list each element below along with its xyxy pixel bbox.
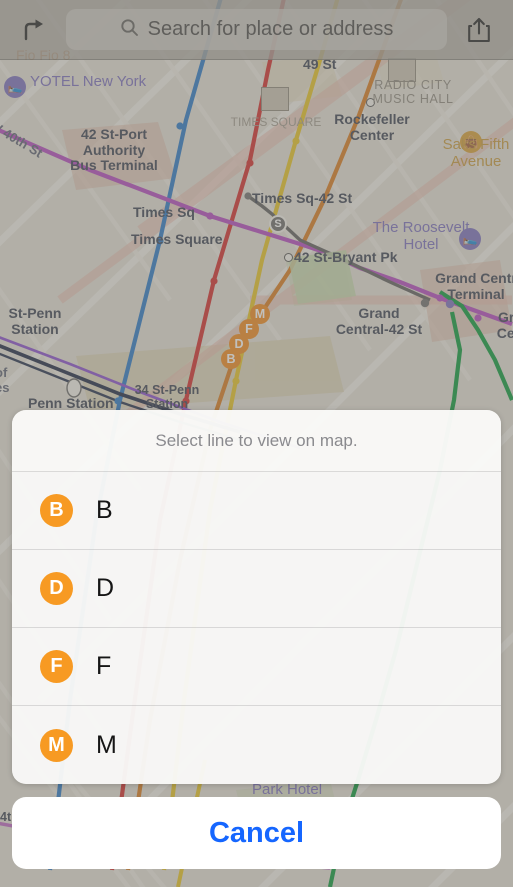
action-sheet-option-B[interactable]: B B (12, 472, 501, 550)
share-upload-icon[interactable] (459, 10, 499, 50)
subway-line-badge-B: B (40, 494, 73, 527)
map-app-screen: 🛌 👜 🛌 S M F D B Fio Fio 8 YOTEL New York… (0, 0, 513, 887)
option-label-F: F (96, 652, 112, 680)
subway-line-badge-D: D (40, 572, 73, 605)
search-placeholder-text: Search for place or address (147, 18, 394, 40)
cancel-button-label: Cancel (208, 816, 305, 849)
action-sheet-option-M[interactable]: M M (12, 706, 501, 784)
top-toolbar: Search for place or address (0, 0, 513, 60)
option-label-B: B (96, 496, 113, 524)
subway-line-badge-F: F (40, 650, 73, 683)
search-icon (120, 18, 139, 42)
search-input[interactable]: Search for place or address (66, 9, 447, 50)
action-sheet-title: Select line to view on map. (12, 410, 501, 472)
line-select-action-sheet: Select line to view on map. B B D D F F … (12, 410, 501, 784)
action-sheet-option-D[interactable]: D D (12, 550, 501, 628)
action-sheet-option-F[interactable]: F F (12, 628, 501, 706)
option-label-M: M (96, 730, 117, 759)
option-label-D: D (96, 574, 115, 602)
directions-arrow-icon[interactable] (14, 10, 54, 50)
cancel-button[interactable]: Cancel (12, 797, 501, 869)
subway-line-badge-M: M (40, 728, 73, 762)
